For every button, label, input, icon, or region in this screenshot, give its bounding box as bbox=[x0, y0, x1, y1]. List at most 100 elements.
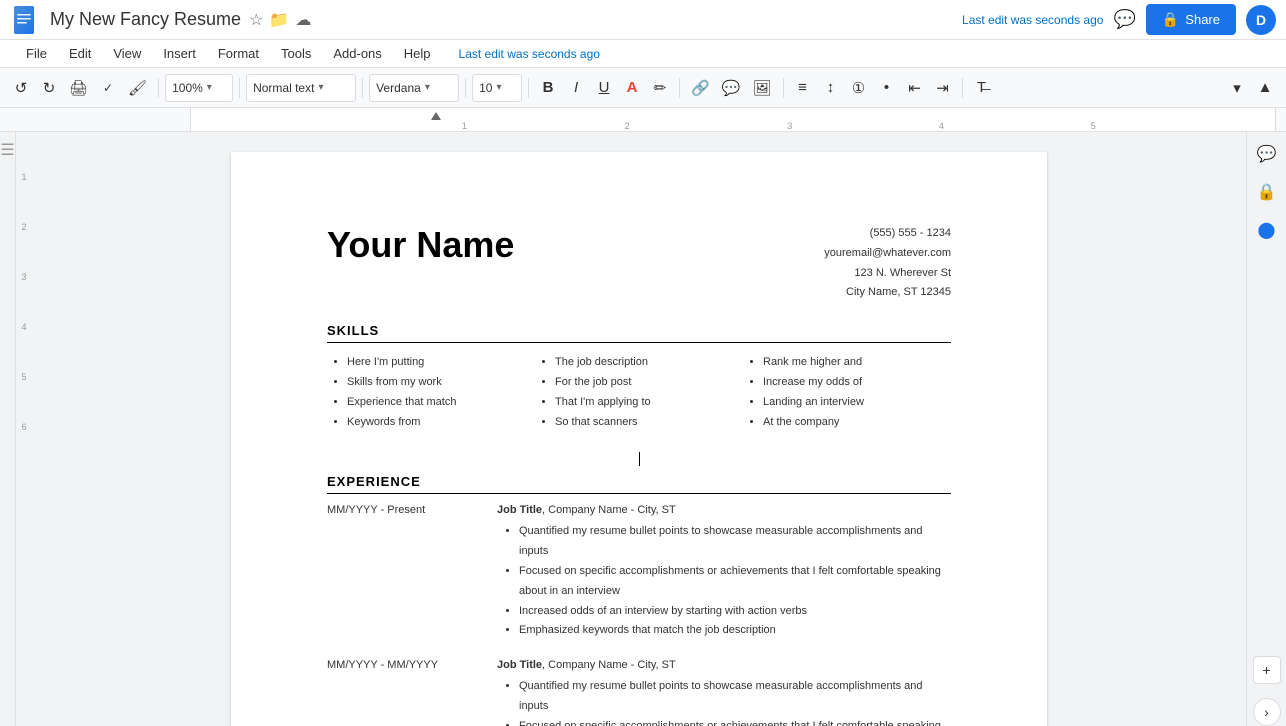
more-button[interactable]: ▾ bbox=[1224, 74, 1250, 102]
style-chevron: ▾ bbox=[318, 82, 323, 93]
skill-list-1: Here I'm putting Skills from my work Exp… bbox=[327, 353, 535, 432]
menu-edit[interactable]: Edit bbox=[59, 42, 101, 65]
undo-button[interactable]: ↺ bbox=[8, 74, 34, 102]
resume-header: Your Name (555) 555 - 1234 youremail@wha… bbox=[327, 224, 951, 303]
right-comment-icon[interactable]: 💬 bbox=[1253, 140, 1281, 168]
doc-page: Your Name (555) 555 - 1234 youremail@wha… bbox=[231, 152, 1047, 726]
clear-format-button[interactable]: T̶ bbox=[969, 74, 995, 102]
job-bullet: Quantified my resume bullet points to sh… bbox=[519, 522, 951, 562]
doc-title[interactable]: My New Fancy Resume bbox=[50, 9, 241, 30]
image-button[interactable]: 🖼 bbox=[747, 74, 776, 102]
link-button[interactable]: 🔗 bbox=[686, 74, 715, 102]
text-cursor bbox=[639, 452, 640, 466]
line-4: 4 bbox=[21, 322, 26, 332]
share-button[interactable]: 🔒 Share bbox=[1146, 4, 1236, 35]
comment-btn[interactable]: 💬 bbox=[1113, 9, 1135, 30]
ruler-mark-4: 4 bbox=[939, 121, 944, 131]
ruler-mark-3: 3 bbox=[787, 121, 792, 131]
numlist-button[interactable]: ① bbox=[846, 74, 872, 102]
doc-icon bbox=[10, 4, 42, 36]
skill-item: Increase my odds of bbox=[763, 373, 951, 393]
left-panel: ☰ bbox=[0, 132, 16, 726]
share-label: Share bbox=[1185, 12, 1220, 27]
folder-icon[interactable]: 📁 bbox=[269, 10, 289, 30]
toolbar-divider-4 bbox=[465, 78, 466, 98]
ruler-mark-1: 1 bbox=[462, 121, 467, 131]
job-bullets-2: Quantified my resume bullet points to sh… bbox=[497, 677, 951, 726]
job-row-2: MM/YYYY - MM/YYYY Job Title, Company Nam… bbox=[327, 659, 951, 726]
toolbar-divider-8 bbox=[962, 78, 963, 98]
line-2: 2 bbox=[21, 222, 26, 232]
indent-inc-button[interactable]: ⇥ bbox=[930, 74, 956, 102]
menu-file[interactable]: File bbox=[16, 42, 57, 65]
avatar[interactable]: D bbox=[1246, 5, 1276, 35]
right-circle-icon[interactable]: ⬤ bbox=[1253, 216, 1281, 244]
style-select[interactable]: Normal text ▾ bbox=[246, 74, 356, 102]
zoom-chevron: ▾ bbox=[207, 82, 212, 93]
job-bullet: Quantified my resume bullet points to sh… bbox=[519, 677, 951, 717]
cloud-icon[interactable]: ☁ bbox=[295, 10, 311, 30]
resume-name[interactable]: Your Name bbox=[327, 224, 514, 266]
job-content-2: Job Title, Company Name - City, ST Quant… bbox=[497, 659, 951, 726]
text-color-button[interactable]: A bbox=[619, 74, 645, 102]
skills-title: SKILLS bbox=[327, 323, 951, 343]
align-button[interactable]: ≡ bbox=[790, 74, 816, 102]
comment-button[interactable]: 💬 bbox=[717, 74, 746, 102]
add-page-btn[interactable]: + bbox=[1253, 656, 1281, 684]
doc-scroll[interactable]: Your Name (555) 555 - 1234 youremail@wha… bbox=[32, 132, 1246, 726]
underline-button[interactable]: U bbox=[591, 74, 617, 102]
skill-col-1: Here I'm putting Skills from my work Exp… bbox=[327, 353, 535, 432]
skill-item: Experience that match bbox=[347, 393, 535, 413]
menu-view[interactable]: View bbox=[103, 42, 151, 65]
right-lock-icon[interactable]: 🔒 bbox=[1253, 178, 1281, 206]
job-bullet: Focused on specific accomplishments or a… bbox=[519, 717, 951, 726]
italic-button[interactable]: I bbox=[563, 74, 589, 102]
line-numbers: 1 2 3 4 5 6 bbox=[16, 132, 32, 726]
toolbar-divider-3 bbox=[362, 78, 363, 98]
experience-section: EXPERIENCE MM/YYYY - Present Job Title, … bbox=[327, 474, 951, 726]
scroll-right-btn[interactable]: › bbox=[1253, 698, 1281, 726]
skill-item: That I'm applying to bbox=[555, 393, 743, 413]
outline-icon[interactable]: ☰ bbox=[0, 140, 14, 160]
zoom-select[interactable]: 100% ▾ bbox=[165, 74, 233, 102]
print-button[interactable]: 🖨 bbox=[64, 74, 93, 102]
bulllist-button[interactable]: • bbox=[874, 74, 900, 102]
linespace-button[interactable]: ↕ bbox=[818, 74, 844, 102]
line-5: 5 bbox=[21, 372, 26, 382]
skill-list-3: Rank me higher and Increase my odds of L… bbox=[743, 353, 951, 432]
toolbar-divider-1 bbox=[158, 78, 159, 98]
job-content-1: Job Title, Company Name - City, ST Quant… bbox=[497, 504, 951, 641]
skill-item: Here I'm putting bbox=[347, 353, 535, 373]
job-bullets-1: Quantified my resume bullet points to sh… bbox=[497, 522, 951, 641]
paint-button[interactable]: 🖌 bbox=[123, 74, 152, 102]
menu-bar: File Edit View Insert Format Tools Add-o… bbox=[0, 40, 1286, 68]
skill-item: For the job post bbox=[555, 373, 743, 393]
ruler-tab[interactable] bbox=[431, 112, 441, 120]
right-panel: 💬 🔒 ⬤ + › bbox=[1246, 132, 1286, 726]
menu-format[interactable]: Format bbox=[208, 42, 269, 65]
collapse-button[interactable]: ▲ bbox=[1252, 74, 1278, 102]
menu-insert[interactable]: Insert bbox=[153, 42, 206, 65]
font-select[interactable]: Verdana ▾ bbox=[369, 74, 459, 102]
menu-addons[interactable]: Add-ons bbox=[323, 42, 391, 65]
spellcheck-button[interactable]: ✓ bbox=[95, 74, 121, 102]
redo-button[interactable]: ↻ bbox=[36, 74, 62, 102]
bold-button[interactable]: B bbox=[535, 74, 561, 102]
size-chevron: ▾ bbox=[496, 82, 501, 93]
contact-email: youremail@whatever.com bbox=[824, 244, 951, 264]
resume-contact: (555) 555 - 1234 youremail@whatever.com … bbox=[824, 224, 951, 303]
size-select[interactable]: 10 ▾ bbox=[472, 74, 522, 102]
star-icon[interactable]: ☆ bbox=[249, 10, 263, 30]
menu-tools[interactable]: Tools bbox=[271, 42, 321, 65]
main-area: ☰ 1 2 3 4 5 6 Your Name (555) 555 - 1234… bbox=[0, 132, 1286, 726]
line-1: 1 bbox=[21, 172, 26, 182]
highlight-button[interactable]: ✏ bbox=[647, 74, 673, 102]
menu-help[interactable]: Help bbox=[394, 42, 441, 65]
font-chevron: ▾ bbox=[425, 82, 430, 93]
zoom-value: 100% bbox=[172, 81, 203, 95]
job-title-2: Job Title, Company Name - City, ST bbox=[497, 659, 951, 671]
indent-dec-button[interactable]: ⇤ bbox=[902, 74, 928, 102]
skills-grid: Here I'm putting Skills from my work Exp… bbox=[327, 353, 951, 432]
skills-section: SKILLS Here I'm putting Skills from my w… bbox=[327, 323, 951, 432]
skill-item: At the company bbox=[763, 413, 951, 433]
